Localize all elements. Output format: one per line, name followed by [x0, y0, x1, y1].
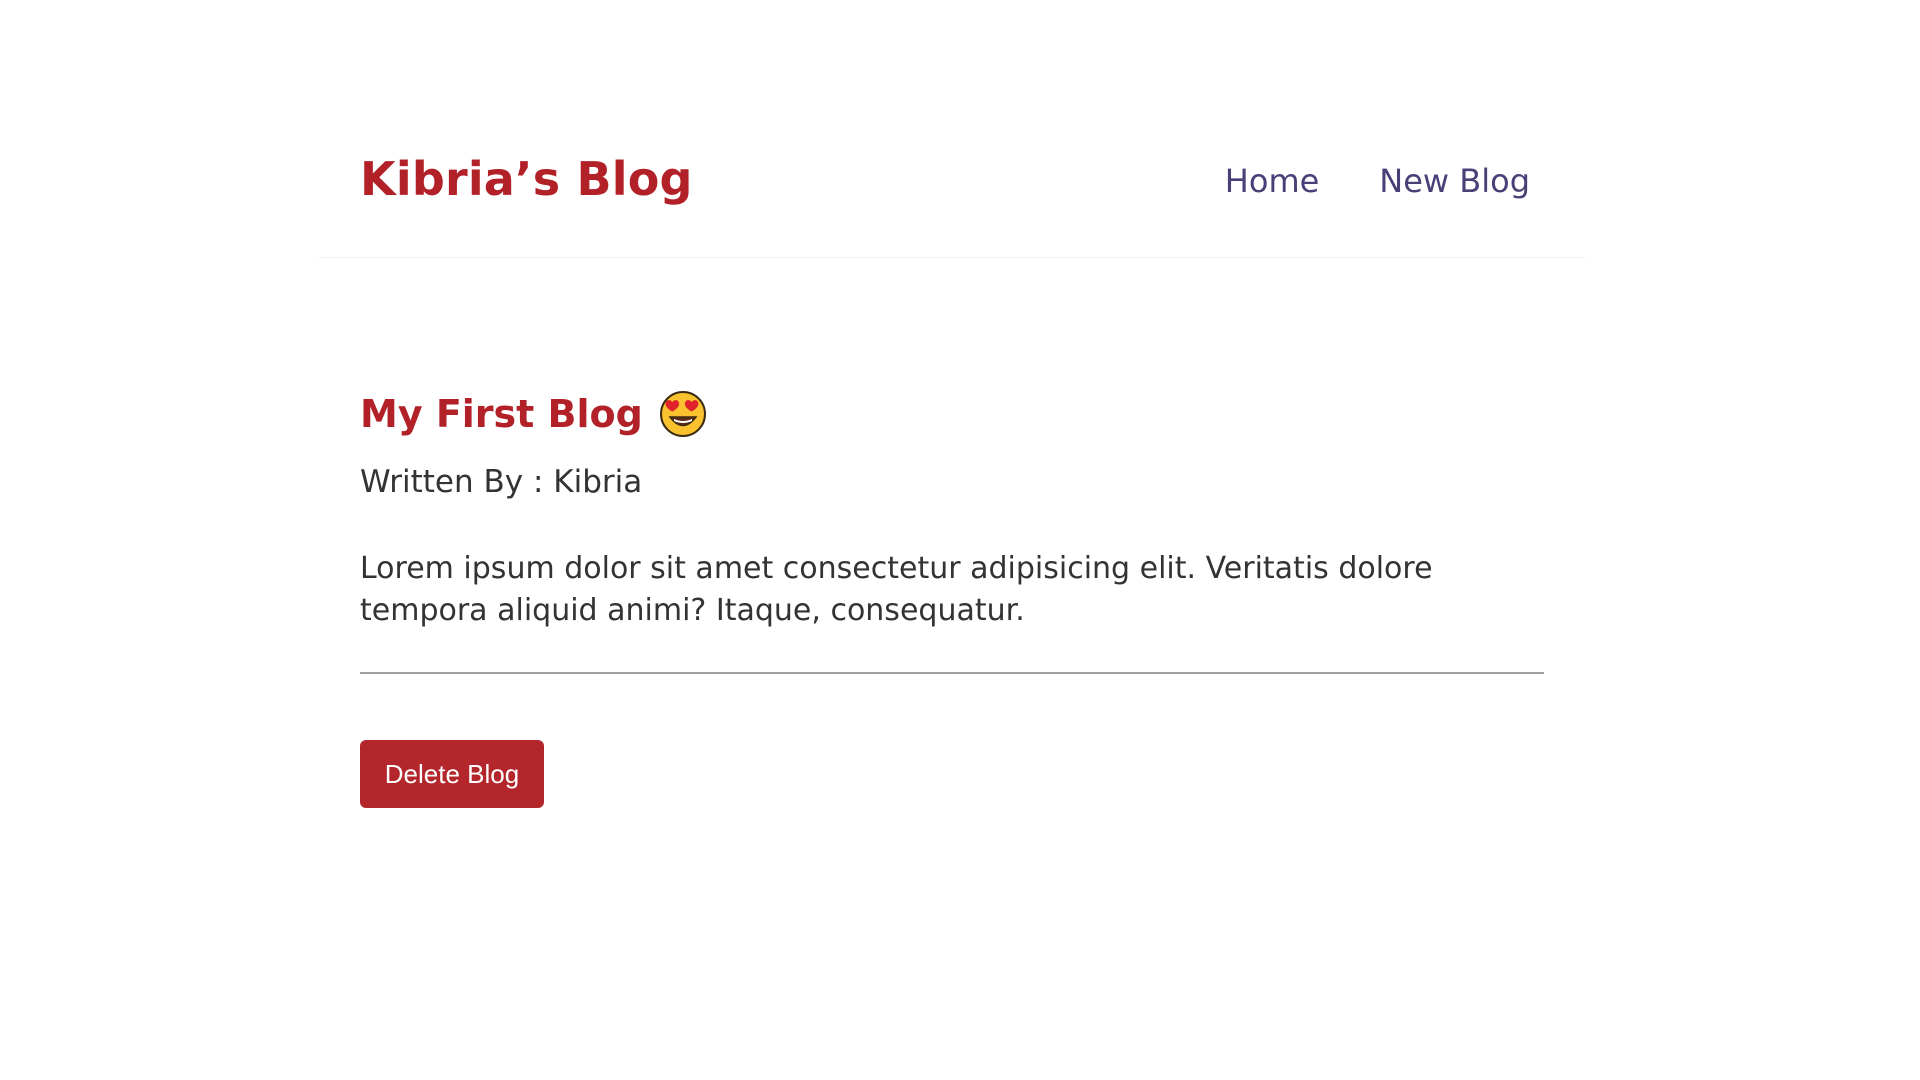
delete-blog-button[interactable]: Delete Blog	[360, 740, 544, 808]
nav-new-blog-link[interactable]: New Blog	[1379, 162, 1530, 200]
blog-title-text: My First Blog	[360, 392, 643, 436]
heart-eyes-emoji-icon	[659, 390, 707, 438]
blog-details: My First Blog Written By : Kibria Lorem …	[360, 390, 1544, 808]
site-brand[interactable]: Kibria’s Blog	[360, 152, 693, 206]
page: Kibria’s Blog Home New Blog My First Blo…	[0, 0, 1920, 1080]
blog-title: My First Blog	[360, 390, 1544, 438]
blog-author: Written By : Kibria	[360, 464, 643, 500]
nav-home-link[interactable]: Home	[1225, 162, 1320, 200]
divider	[360, 672, 1544, 674]
nav-links: Home New Blog	[1225, 162, 1530, 200]
blog-body: Lorem ipsum dolor sit amet consectetur a…	[360, 551, 1433, 628]
navbar: Kibria’s Blog Home New Blog	[318, 110, 1586, 258]
